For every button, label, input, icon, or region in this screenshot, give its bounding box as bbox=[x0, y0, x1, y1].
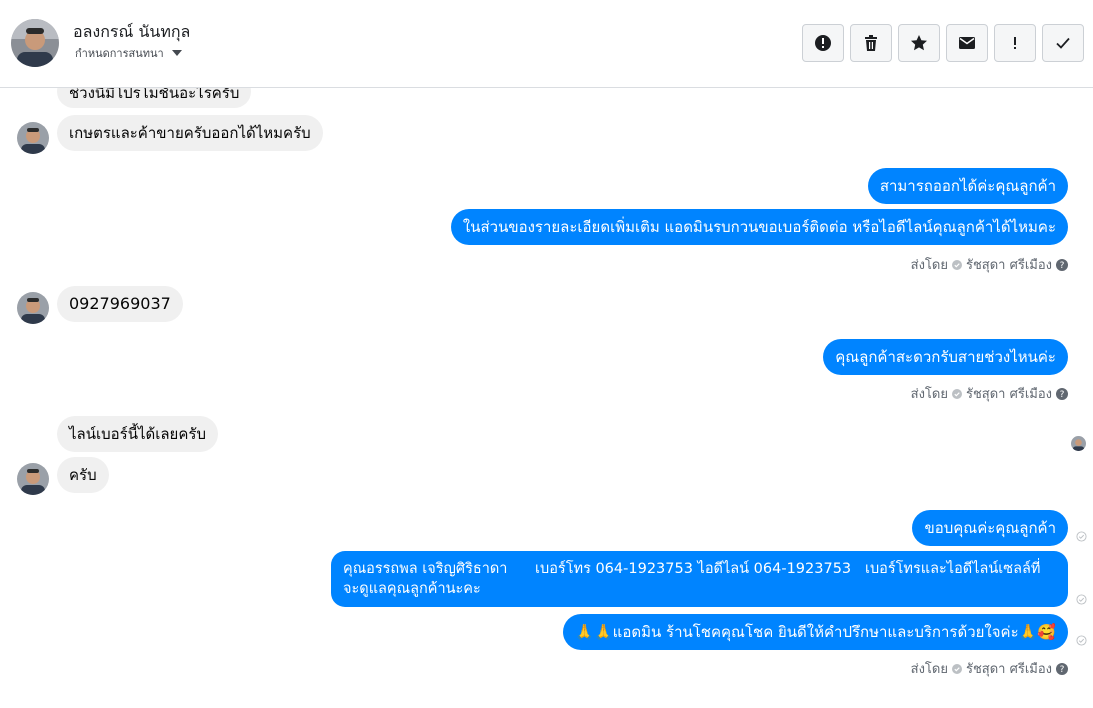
read-receipt-avatar bbox=[1071, 436, 1086, 451]
sender-avatar bbox=[17, 122, 49, 154]
incoming-message[interactable]: เกษตรและค้าขายครับออกได้ไหมครับ bbox=[57, 115, 323, 151]
svg-text:?: ? bbox=[1060, 390, 1065, 400]
message-text: ไลน์เบอร์นี้ได้เลยครับ bbox=[69, 425, 206, 443]
trash-icon bbox=[865, 35, 877, 51]
mark-unread-button[interactable] bbox=[946, 24, 988, 62]
sent-status-icon bbox=[1076, 531, 1087, 542]
incoming-message[interactable]: ไลน์เบอร์นี้ได้เลยครับ bbox=[57, 416, 218, 452]
sent-by-label: ส่งโดย bbox=[910, 387, 948, 402]
exclamation-icon bbox=[1014, 37, 1016, 49]
spam-button[interactable] bbox=[994, 24, 1036, 62]
svg-text:?: ? bbox=[1060, 665, 1065, 675]
help-icon[interactable]: ? bbox=[1056, 258, 1068, 271]
outgoing-message[interactable]: คุณลูกค้าสะดวกรับสายช่วงไหนค่ะ bbox=[823, 339, 1068, 375]
message-text-line: จะดูแลคุณลูกค้านะคะ bbox=[343, 581, 481, 597]
sent-by-label: ส่งโดย bbox=[910, 662, 948, 677]
message-text: 0927969037 bbox=[69, 294, 171, 313]
incoming-message[interactable]: ครับ bbox=[57, 457, 109, 493]
check-icon bbox=[1056, 37, 1070, 49]
outgoing-message[interactable]: คุณอรรถพล เจริญศิริธาดา เบอร์โทร 064-192… bbox=[331, 551, 1068, 607]
verified-check-icon bbox=[951, 388, 962, 399]
alert-circle-icon bbox=[815, 35, 831, 51]
message-text: คุณลูกค้าสะดวกรับสายช่วงไหนค่ะ bbox=[835, 348, 1056, 366]
star-button[interactable] bbox=[898, 24, 940, 62]
help-icon[interactable]: ? bbox=[1056, 662, 1068, 675]
outgoing-message[interactable]: 🙏🙏แอดมิน ร้านโชคคุณโชค ยินดีให้คำปรึกษาแ… bbox=[563, 614, 1068, 650]
header-toolbar bbox=[802, 24, 1084, 62]
sender-avatar bbox=[17, 463, 49, 495]
agent-name[interactable]: รัชสุดา ศรีเมือง bbox=[966, 658, 1052, 679]
sender-avatar bbox=[17, 292, 49, 324]
delete-button[interactable] bbox=[850, 24, 892, 62]
star-icon bbox=[911, 35, 927, 51]
message-text: เกษตรและค้าขายครับออกได้ไหมครับ bbox=[69, 124, 311, 142]
outgoing-message[interactable]: สามารถออกได้ค่ะคุณลูกค้า bbox=[867, 168, 1068, 204]
message-text: ขอบคุณค่ะคุณลูกค้า bbox=[924, 519, 1056, 537]
message-text: ครับ bbox=[69, 466, 97, 484]
agent-name[interactable]: รัชสุดา ศรีเมือง bbox=[966, 254, 1052, 275]
conversation-schedule[interactable]: กำหนดการสนทนา bbox=[75, 44, 182, 62]
sent-status-icon bbox=[1076, 635, 1087, 646]
agent-name[interactable]: รัชสุดา ศรีเมือง bbox=[966, 383, 1052, 404]
contact-avatar[interactable] bbox=[11, 19, 59, 67]
sent-by-label: ส่งโดย bbox=[910, 258, 948, 273]
mark-done-button[interactable] bbox=[1042, 24, 1084, 62]
message-text: สามารถออกได้ค่ะคุณลูกค้า bbox=[879, 177, 1056, 195]
conversation-schedule-label: กำหนดการสนทนา bbox=[75, 47, 164, 60]
report-button[interactable] bbox=[802, 24, 844, 62]
verified-check-icon bbox=[951, 663, 962, 674]
message-text-line: คุณอรรถพล เจริญศิริธาดา เบอร์โทร 064-192… bbox=[343, 561, 1041, 577]
incoming-message[interactable]: 0927969037 bbox=[57, 286, 183, 322]
sent-by-info: ส่งโดย รัชสุดา ศรีเมือง ? bbox=[911, 254, 1068, 275]
message-text: ในส่วนของรายละเอียดเพิ่มเติม แอดมินรบกวน… bbox=[462, 218, 1056, 236]
outgoing-message[interactable]: ขอบคุณค่ะคุณลูกค้า bbox=[912, 510, 1068, 546]
help-icon[interactable]: ? bbox=[1056, 387, 1068, 400]
sent-by-info: ส่งโดย รัชสุดา ศรีเมือง ? bbox=[911, 383, 1068, 404]
caret-down-icon bbox=[171, 50, 182, 56]
verified-check-icon bbox=[951, 259, 962, 270]
conversation-header: อลงกรณ์ นันทกุล กำหนดการสนทนา bbox=[0, 0, 1093, 88]
sent-status-icon bbox=[1076, 594, 1087, 605]
contact-name[interactable]: อลงกรณ์ นันทกุล bbox=[73, 20, 190, 45]
sent-by-info: ส่งโดย รัชสุดา ศรีเมือง ? bbox=[911, 658, 1068, 679]
outgoing-message[interactable]: ในส่วนของรายละเอียดเพิ่มเติม แอดมินรบกวน… bbox=[450, 209, 1068, 245]
envelope-icon bbox=[959, 37, 975, 49]
message-text: 🙏🙏แอดมิน ร้านโชคคุณโชค ยินดีให้คำปรึกษาแ… bbox=[575, 623, 1056, 641]
svg-text:?: ? bbox=[1060, 261, 1065, 271]
